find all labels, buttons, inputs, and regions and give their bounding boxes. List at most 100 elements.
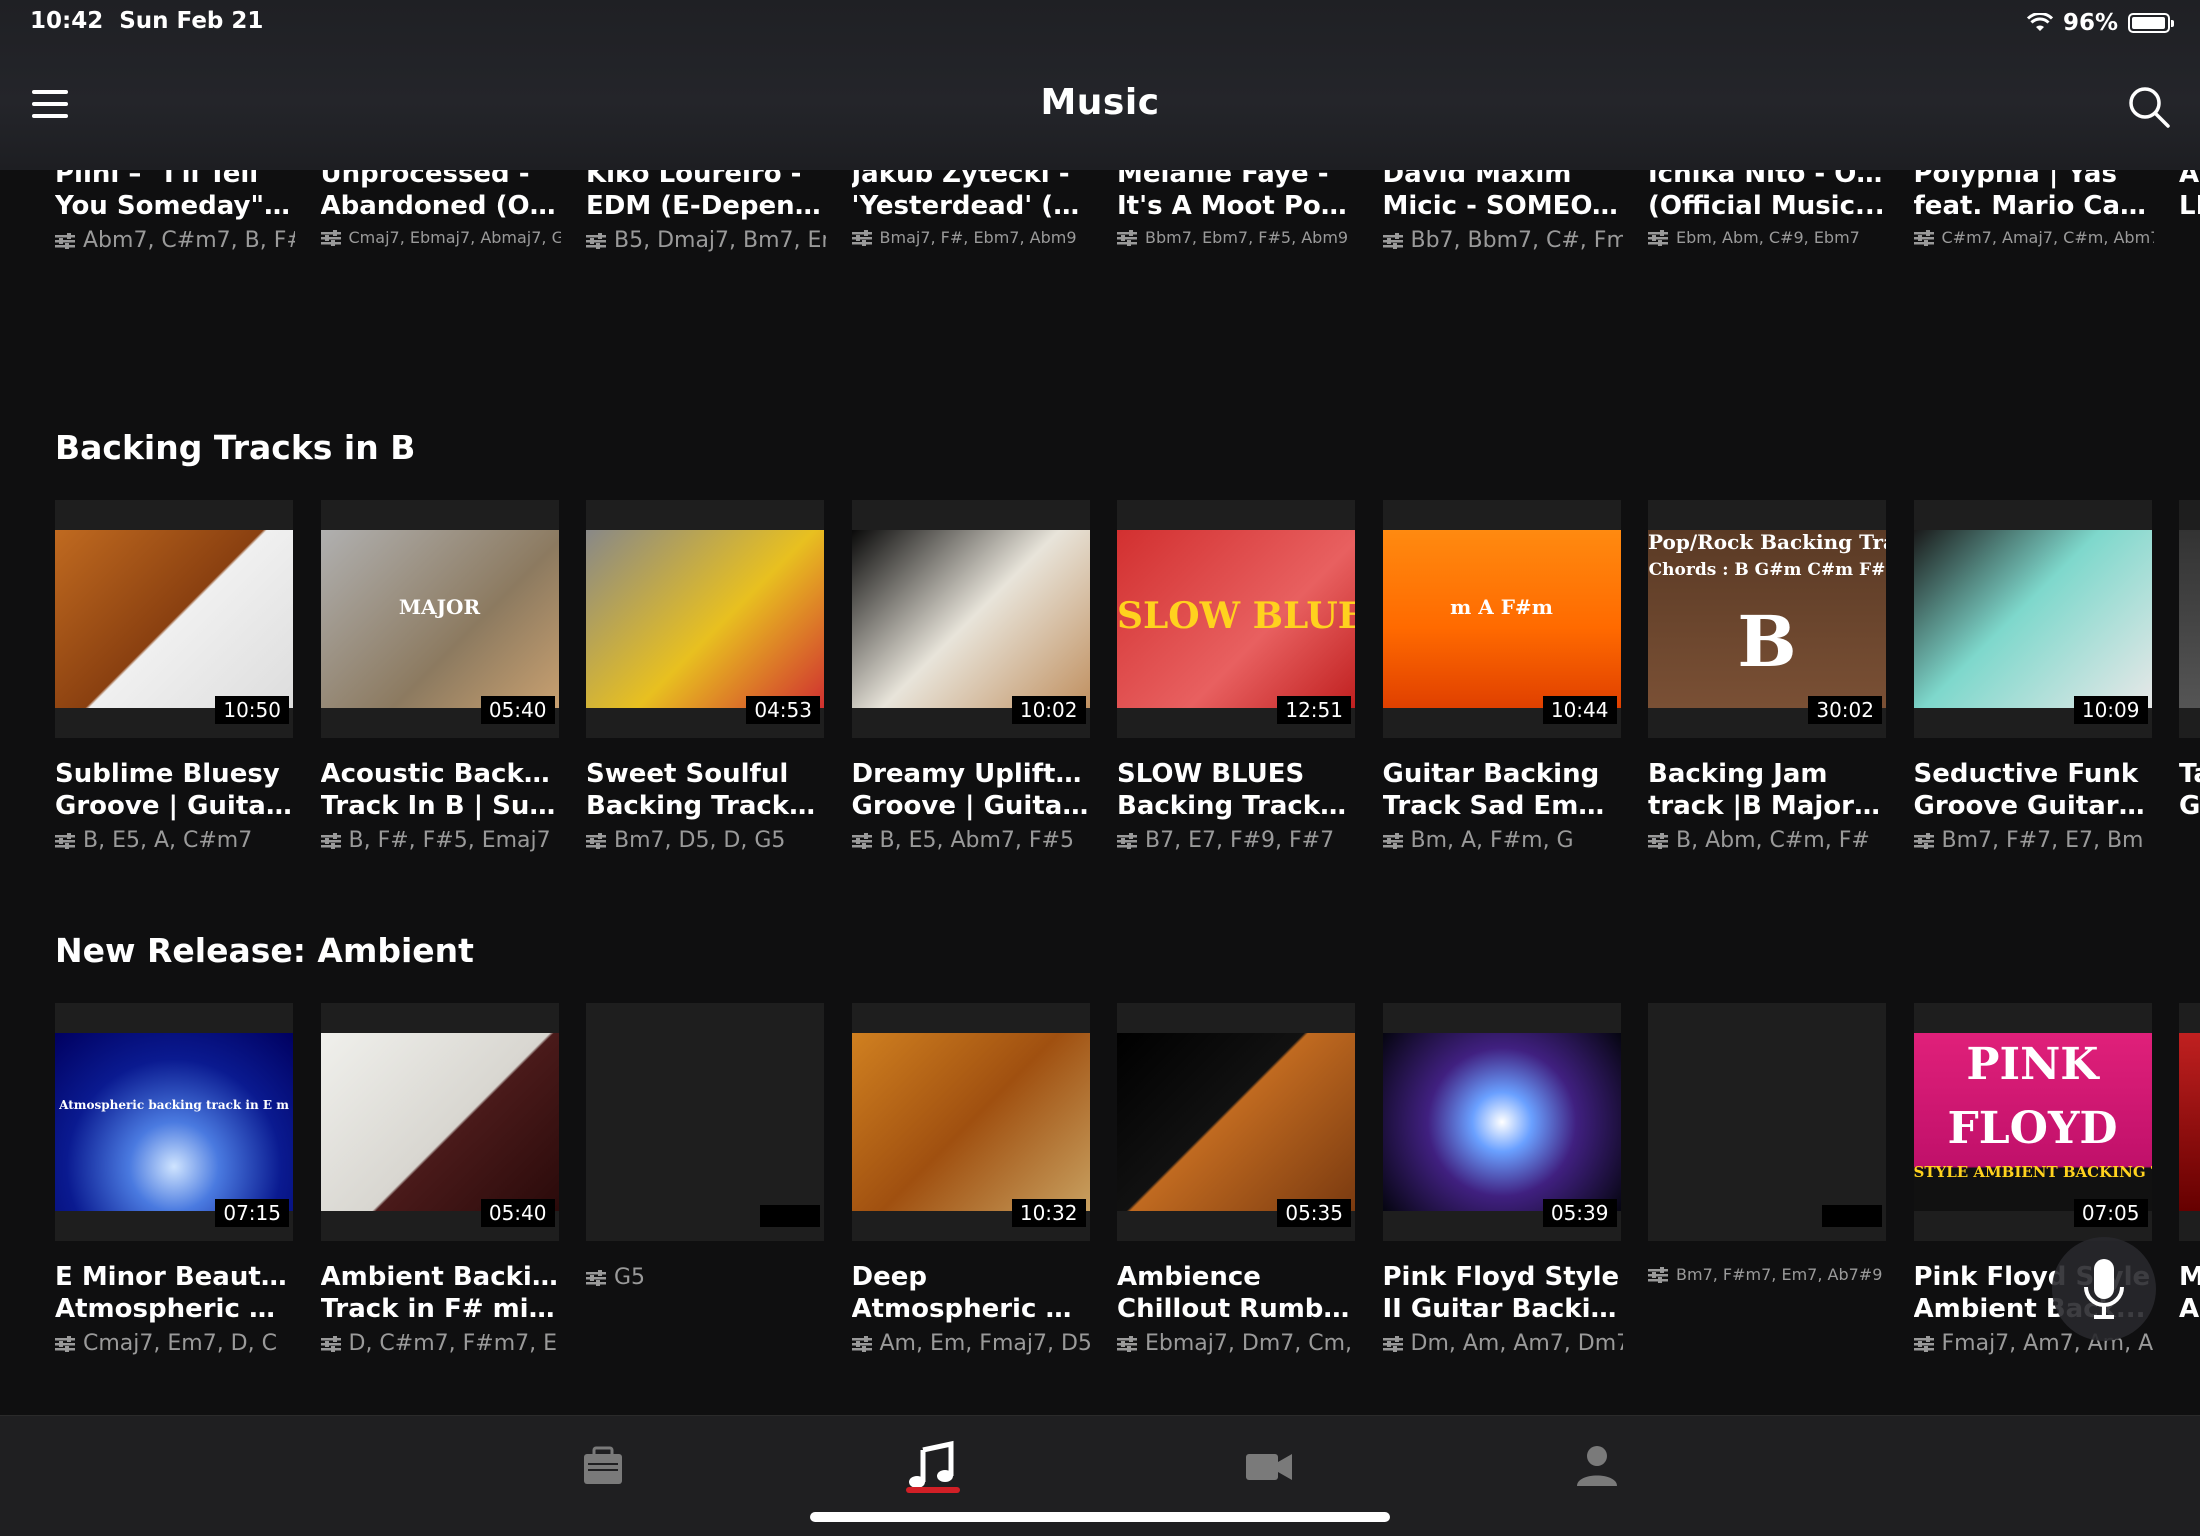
track-title-line1: Acoustic Backing	[320, 759, 559, 789]
top-bar: 10:42 Sun Feb 21 96% Music	[0, 0, 2200, 170]
home-indicator[interactable]	[810, 1512, 1390, 1522]
video-thumbnail[interactable]: SLOW BLUES in B 12:51	[1117, 500, 1355, 738]
track-title-line2: A	[2179, 1294, 2200, 1324]
section-row[interactable]: 10:50 Sublime Bluesy Groove | Guitar... B, …	[55, 500, 2200, 853]
track-title[interactable]: Pink Floyd Style II Guitar Backin...	[1383, 1261, 1621, 1325]
sliders-icon	[1117, 229, 1137, 246]
chord-text: Abm7, C#m7, B, F#	[83, 228, 295, 253]
search-icon[interactable]	[2126, 84, 2172, 130]
track-title[interactable]: Backing Jam track |B Major|...	[1648, 758, 1886, 822]
track-title[interactable]: Guitar Backing Track Sad Emot...	[1383, 758, 1621, 822]
active-tab-indicator	[906, 1487, 960, 1493]
chord-list: Abm7, C#m7, B, F#	[55, 228, 295, 253]
chord-list: B, E5, A, C#m7	[55, 828, 295, 853]
track-title[interactable]: TaGi	[2179, 758, 2200, 822]
track-title[interactable]: E Minor Beautiful Atmospheric B...	[55, 1261, 293, 1325]
thumbnail-caption: m A F#m	[1450, 595, 1553, 620]
chord-list: Bbm7, Ebm7, F#5, Abm9	[1117, 228, 1357, 247]
duration-badge: 04:53	[746, 696, 820, 724]
track-title[interactable]: Seductive Funk Groove Guitar B...	[1914, 758, 2152, 822]
chord-text: Cmaj7, Em7, D, C	[83, 1331, 277, 1356]
track-title-line2: Chillout Rumba...	[1117, 1294, 1355, 1324]
track-title[interactable]: Sweet Soulful Backing Track i...	[586, 758, 824, 822]
battery-percent: 96%	[2062, 10, 2118, 36]
tab-video[interactable]	[1238, 1436, 1298, 1496]
battery-fill	[2132, 17, 2165, 29]
thumbnail-caption-2: Chords : B G#m C#m F#	[1648, 560, 1886, 580]
person-icon	[1577, 1446, 1617, 1486]
voice-search-button[interactable]	[2052, 1237, 2156, 1341]
chord-list: Ebm, Abm, C#9, Ebm7	[1648, 228, 1888, 247]
sliders-icon	[586, 232, 606, 249]
tab-profile[interactable]	[1567, 1436, 1627, 1496]
tab-library[interactable]	[572, 1436, 632, 1496]
track-title[interactable]: MA	[2179, 1261, 2200, 1325]
sliders-icon	[1648, 229, 1668, 246]
video-thumbnail[interactable]	[586, 1003, 824, 1241]
wifi-icon	[2026, 13, 2053, 31]
video-thumbnail[interactable]: 10:32	[851, 1003, 1090, 1241]
thumbnail-image	[851, 1033, 1090, 1211]
duration-badge: 10:50	[215, 696, 289, 724]
thumbnail-image	[55, 1033, 293, 1211]
track-title-line1: Backing Jam	[1648, 759, 1828, 789]
chord-list: Cmaj7, Ebmaj7, Abmaj7, Gm7	[320, 228, 561, 247]
track-title-line1: Ambience	[1117, 1262, 1261, 1292]
video-thumbnail[interactable]: PINK FLOYD STYLE AMBIENT BACKING TRACK 07:0…	[1913, 1003, 2152, 1241]
track-title-line2: Gi	[2179, 791, 2200, 821]
duration-badge: 10:09	[2073, 696, 2148, 724]
track-title-line1: Ambient Backing	[320, 1262, 559, 1292]
video-thumbnail[interactable]: 05:35	[1117, 1003, 1355, 1241]
sliders-icon	[55, 832, 75, 849]
microphone-icon	[2084, 1259, 2124, 1319]
chord-text: B, E5, Abm7, F#5	[879, 828, 1074, 853]
video-thumbnail[interactable]: 10:02	[851, 500, 1090, 738]
thumbnail-caption-2: FLOYD	[1947, 1103, 2118, 1154]
track-title-line2: Groove Guitar B...	[1913, 791, 2152, 821]
chord-text: Bm7, D5, D, G5	[614, 828, 786, 853]
video-thumbnail[interactable]: 10:50	[55, 500, 293, 738]
sliders-icon	[55, 232, 75, 249]
video-thumbnail[interactable]: MAJOR 05:40	[320, 500, 559, 738]
sliders-icon	[320, 229, 341, 246]
content-scroll-area[interactable]: 04:11Plini – "I'll TellYou Someday" (...…	[0, 0, 2200, 1415]
video-thumbnail[interactable]: Pop/Rock Backing Track Chords : B G#m C#m…	[1648, 500, 1886, 738]
duration-badge: 07:05	[2073, 1199, 2148, 1227]
track-title[interactable]: Acoustic Backing Track In B | Sun...	[321, 758, 559, 822]
track-title-line1: M	[2179, 1261, 2200, 1293]
track-title-line2: II Guitar Backin...	[1382, 1294, 1621, 1324]
video-thumbnail[interactable]	[2179, 1003, 2200, 1241]
video-thumbnail[interactable]: 05:39	[1382, 1003, 1621, 1241]
sliders-icon	[851, 229, 872, 246]
video-thumbnail[interactable]	[2179, 500, 2200, 738]
sliders-icon	[1117, 1335, 1137, 1352]
section-title: New Release: Ambient	[55, 931, 474, 970]
video-thumbnail[interactable]: Atmospheric backing track in E m 07:15	[55, 1003, 293, 1241]
chord-list: Bmaj7, F#, Ebm7, Abm9	[851, 228, 1092, 247]
thumbnail-image	[2179, 1033, 2200, 1211]
duration-badge: 10:02	[1011, 696, 1086, 724]
track-title-line2: You Someday" (...	[55, 191, 293, 221]
video-thumbnail[interactable]: 04:53	[586, 500, 824, 738]
chord-text: D, C#m7, F#m7, E	[348, 1331, 558, 1356]
video-thumbnail[interactable]	[1648, 1003, 1886, 1241]
chord-text: Dm, Am, Am7, Dm7	[1410, 1331, 1623, 1356]
track-title[interactable]: Sublime Bluesy Groove | Guitar...	[55, 758, 293, 822]
video-thumbnail[interactable]: m A F#m 10:44	[1382, 500, 1621, 738]
track-title[interactable]: Deep Atmospheric B...	[852, 1261, 1090, 1325]
track-title-line2: Track in F# min...	[320, 1294, 559, 1324]
duration-badge: 10:44	[1542, 696, 1617, 724]
status-date: Sun Feb 21	[119, 8, 264, 34]
chord-text: C#m7, Amaj7, C#m, Abm7	[1941, 228, 2154, 247]
video-thumbnail[interactable]: 10:09	[1913, 500, 2152, 738]
track-title[interactable]: SLOW BLUES Backing Track i...	[1117, 758, 1355, 822]
track-title[interactable]: Ambience Chillout Rumba...	[1117, 1261, 1355, 1325]
section-title: Backing Tracks in B	[55, 428, 416, 467]
track-title-line2: Groove | Guitar...	[55, 791, 293, 821]
track-title-line2: Atmospheric B...	[55, 1294, 293, 1324]
track-title-line2: Groove | Guitar...	[851, 791, 1090, 821]
track-title[interactable]: Dreamy Uplifting Groove | Guitar...	[852, 758, 1090, 822]
track-title[interactable]: Ambient Backing Track in F# min...	[321, 1261, 559, 1325]
section-row[interactable]: Atmospheric backing track in E m 07:15 E M…	[55, 1003, 2200, 1356]
video-thumbnail[interactable]: 05:40	[320, 1003, 559, 1241]
